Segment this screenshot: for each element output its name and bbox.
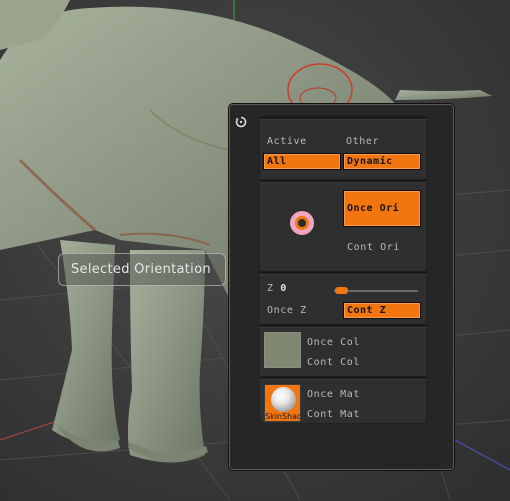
other-label: Other bbox=[346, 136, 380, 147]
once-col-button[interactable]: Once Col bbox=[307, 337, 360, 348]
material-name: SkinShade4 bbox=[265, 412, 300, 421]
cont-col-button[interactable]: Cont Col bbox=[307, 357, 360, 368]
z-value: 0 bbox=[280, 283, 287, 294]
cont-mat-button[interactable]: Cont Mat bbox=[307, 409, 360, 420]
orientation-tooltip: Selected Orientation bbox=[58, 253, 226, 286]
z-label: Z 0 bbox=[267, 283, 287, 294]
z-slider-thumb[interactable] bbox=[335, 287, 348, 294]
reset-icon[interactable] bbox=[235, 116, 247, 128]
active-all-button[interactable]: All bbox=[263, 153, 341, 170]
once-ori-button[interactable]: Once Ori bbox=[343, 190, 421, 227]
other-dynamic-button[interactable]: Dynamic bbox=[343, 153, 421, 170]
once-mat-button[interactable]: Once Mat bbox=[307, 389, 360, 400]
cont-z-button[interactable]: Cont Z bbox=[343, 302, 421, 319]
cont-ori-button[interactable]: Cont Ori bbox=[347, 242, 400, 253]
material-swatch[interactable]: SkinShade4 bbox=[264, 384, 301, 422]
panel-inner: Active Other All Dynamic Once Ori Cont O… bbox=[259, 116, 427, 424]
active-label: Active bbox=[267, 136, 307, 147]
color-swatch[interactable] bbox=[264, 332, 301, 368]
gizmo-settings-panel: Active Other All Dynamic Once Ori Cont O… bbox=[229, 104, 454, 470]
orientation-indicator-icon bbox=[290, 211, 314, 235]
once-z-button[interactable]: Once Z bbox=[267, 305, 307, 316]
material-sphere-icon bbox=[271, 387, 296, 412]
z-label-text: Z bbox=[267, 283, 274, 294]
